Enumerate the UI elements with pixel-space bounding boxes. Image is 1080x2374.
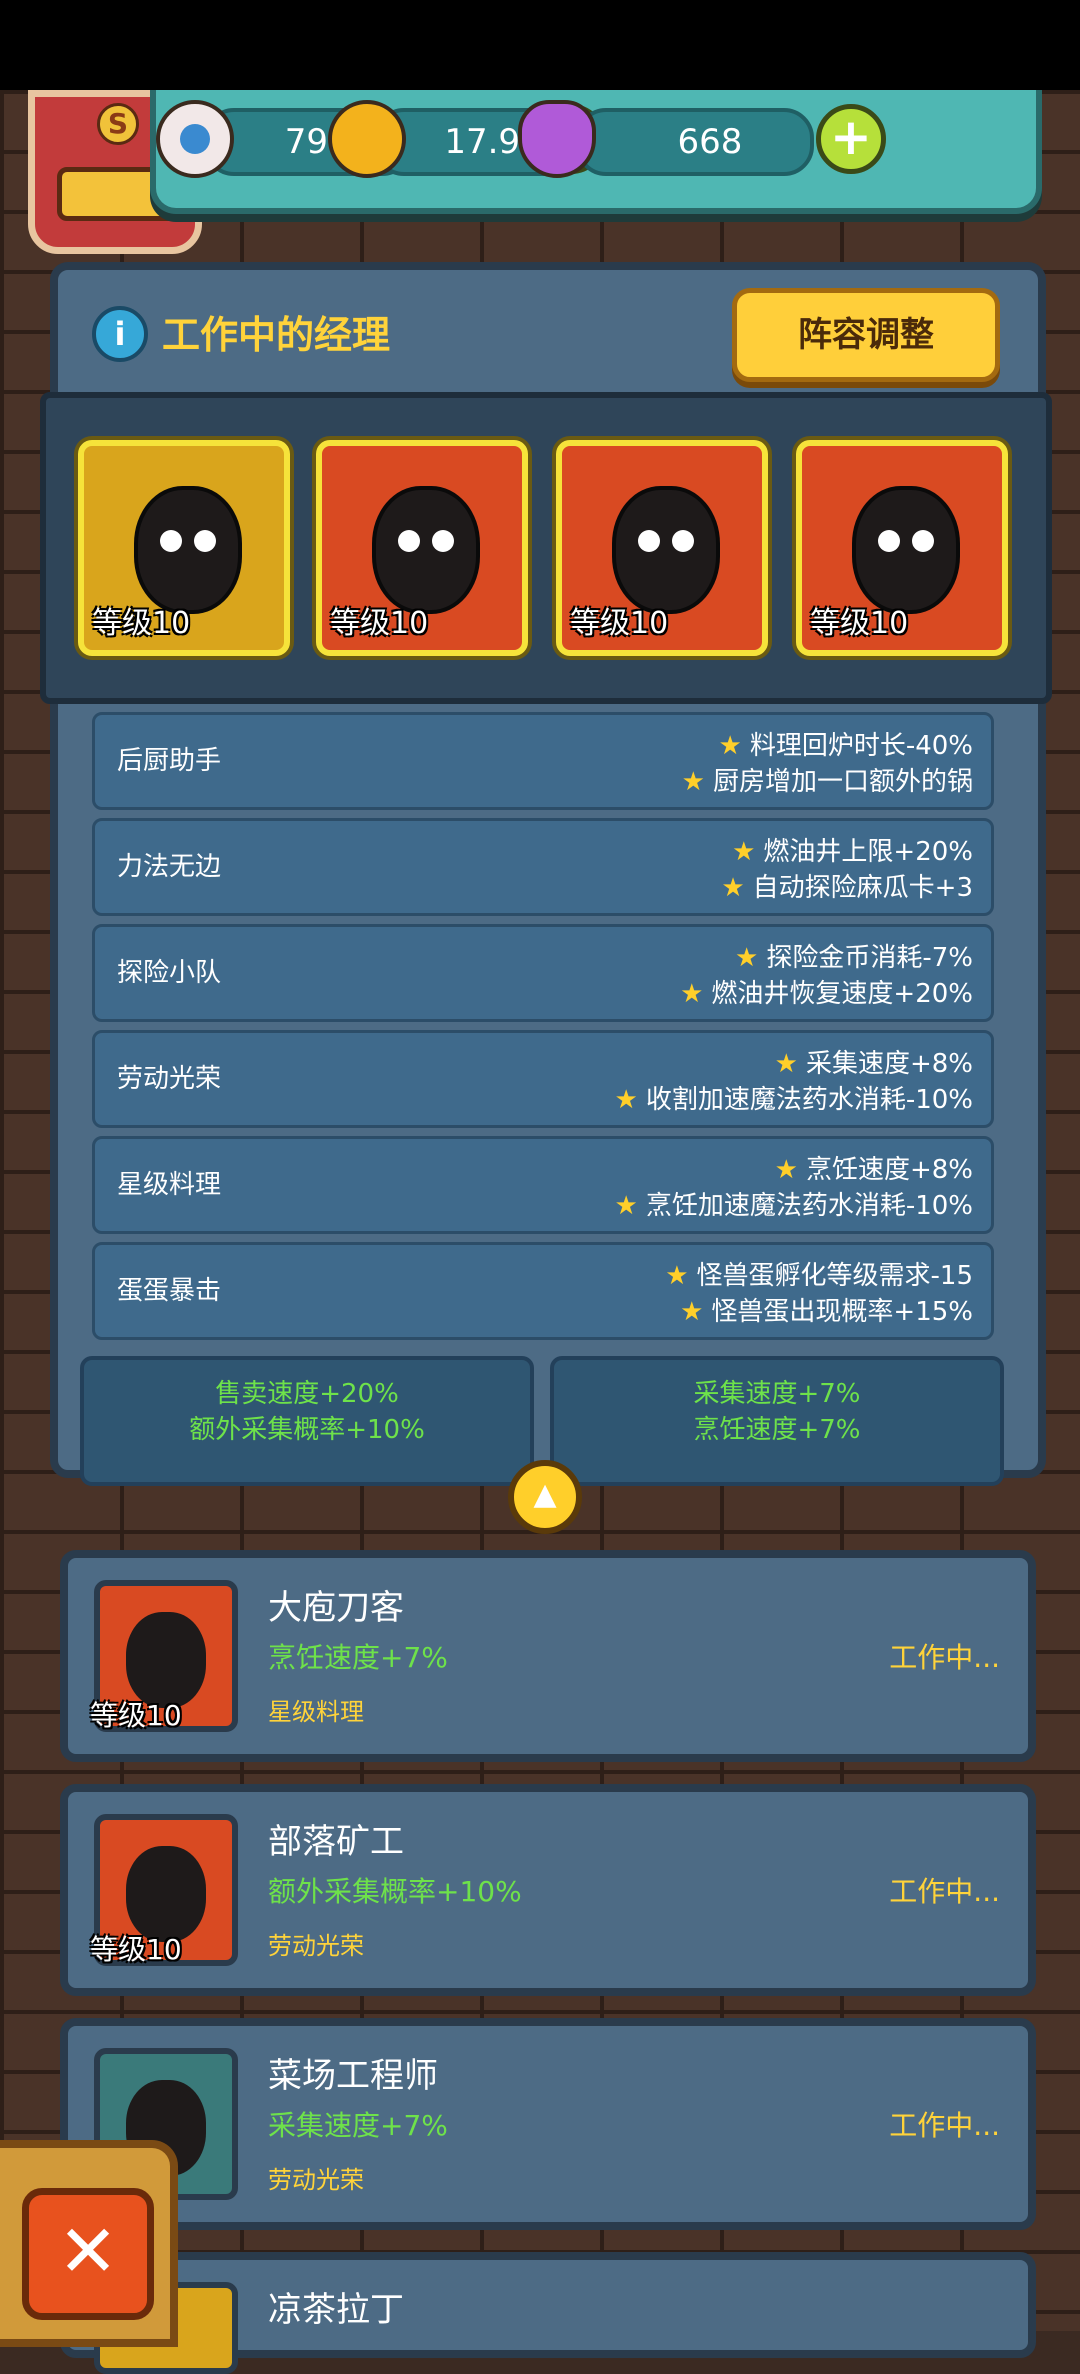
skill-effect: 采集速度+8% <box>805 1049 973 1079</box>
skill-effect: 烹饪加速魔法药水消耗-10% <box>645 1191 973 1221</box>
manager-portrait-icon <box>852 486 960 614</box>
skill-effect: 怪兽蛋出现概率+15% <box>711 1297 973 1327</box>
adjust-lineup-button[interactable]: 阵容调整 <box>732 288 1000 382</box>
worker-name: 菜场工程师 <box>268 2056 438 2096</box>
skill-effect: 料理回炉时长-40% <box>749 731 973 761</box>
skill-name: 探险小队 <box>117 958 222 988</box>
manager-level: 等级10 <box>810 606 909 641</box>
skill-name: 劳动光荣 <box>117 1064 222 1094</box>
worker-skill: 劳动光荣 <box>268 2166 364 2194</box>
bonus-line: 采集速度+7% <box>693 1379 861 1409</box>
skill-name: 后厨助手 <box>117 746 222 776</box>
manager-card[interactable]: 等级10 <box>316 440 528 656</box>
worker-status: 工作中... <box>889 1875 1000 1908</box>
worker-row[interactable]: 等级10 部落矿工 额外采集概率+10% 劳动光荣 工作中... <box>60 1784 1036 1996</box>
star-icon: ★ <box>614 1191 638 1221</box>
worker-row[interactable]: 等级10 大庖刀客 烹饪速度+7% 星级料理 工作中... <box>60 1550 1036 1762</box>
manager-portrait-icon <box>612 486 720 614</box>
bonus-summary-left: 售卖速度+20% 额外采集概率+10% <box>80 1356 534 1486</box>
star-icon: ★ <box>721 873 745 903</box>
star-icon: ★ <box>774 1049 798 1079</box>
eyeball-icon <box>156 100 234 178</box>
worker-status: 工作中... <box>889 2109 1000 2142</box>
worker-row[interactable]: 凉茶拉丁 <box>60 2252 1036 2374</box>
skill-effect: 探险金币消耗-7% <box>766 943 973 973</box>
resource-bar: 79m 17.9b + 668 + <box>150 90 1042 214</box>
skill-row: 力法无边 ★ 燃油井上限+20% ★ 自动探险麻瓜卡+3 <box>92 818 994 916</box>
worker-level: 等级10 <box>90 1933 182 1966</box>
skill-name: 蛋蛋暴击 <box>117 1276 222 1306</box>
star-icon: ★ <box>665 1261 689 1291</box>
skill-row: 星级料理 ★ 烹饪速度+8% ★ 烹饪加速魔法药水消耗-10% <box>92 1136 994 1234</box>
status-bar <box>0 0 1080 90</box>
skill-row: 蛋蛋暴击 ★ 怪兽蛋孵化等级需求-15 ★ 怪兽蛋出现概率+15% <box>92 1242 994 1340</box>
collapse-chevron-up-icon[interactable]: ▲ <box>508 1460 582 1534</box>
bonus-line: 额外采集概率+10% <box>189 1415 425 1445</box>
worker-skill: 星级料理 <box>268 1698 364 1726</box>
star-icon: ★ <box>718 731 742 761</box>
manager-portrait-icon <box>372 486 480 614</box>
add-potions-button[interactable]: + <box>816 104 886 174</box>
skill-row: 后厨助手 ★ 料理回炉时长-40% ★ 厨房增加一口额外的锅 <box>92 712 994 810</box>
coin-icon <box>328 100 406 178</box>
skill-row: 劳动光荣 ★ 采集速度+8% ★ 收割加速魔法药水消耗-10% <box>92 1030 994 1128</box>
star-icon: ★ <box>681 767 705 797</box>
worker-level: 等级10 <box>90 1699 182 1732</box>
worker-name: 凉茶拉丁 <box>268 2290 404 2330</box>
bonus-line: 售卖速度+20% <box>215 1379 399 1409</box>
skill-effect: 燃油井上限+20% <box>763 837 973 867</box>
manager-portrait-icon <box>134 486 242 614</box>
worker-bonus: 采集速度+7% <box>268 2109 448 2142</box>
potion-counter: 668 <box>576 108 814 176</box>
skill-name: 力法无边 <box>117 852 222 882</box>
info-icon[interactable]: i <box>92 306 148 362</box>
manager-card[interactable]: 等级10 <box>796 440 1008 656</box>
manager-card[interactable]: 等级10 <box>556 440 768 656</box>
manager-level: 等级10 <box>330 606 429 641</box>
worker-status: 工作中... <box>889 1641 1000 1674</box>
star-icon: ★ <box>680 979 704 1009</box>
star-icon: ★ <box>735 943 759 973</box>
manager-card[interactable]: 等级10 <box>78 440 290 656</box>
star-icon: ★ <box>680 1297 704 1327</box>
potion-count: 668 <box>677 122 743 162</box>
worker-skill: 劳动光荣 <box>268 1932 364 1960</box>
bonus-summary-right: 采集速度+7% 烹饪速度+7% <box>550 1356 1004 1486</box>
manager-level: 等级10 <box>92 606 191 641</box>
worker-name: 部落矿工 <box>268 1822 404 1862</box>
close-button[interactable]: ✕ <box>22 2188 154 2320</box>
manager-level: 等级10 <box>570 606 669 641</box>
skill-row: 探险小队 ★ 探险金币消耗-7% ★ 燃油井恢复速度+20% <box>92 924 994 1022</box>
skill-name: 星级料理 <box>117 1170 222 1200</box>
close-button-frame: ✕ <box>0 2140 178 2347</box>
potion-icon <box>518 100 596 178</box>
panel-title: 工作中的经理 <box>162 313 391 357</box>
skill-effect: 收割加速魔法药水消耗-10% <box>645 1085 973 1115</box>
worker-bonus: 烹饪速度+7% <box>268 1641 448 1674</box>
worker-row[interactable]: 菜场工程师 采集速度+7% 劳动光荣 工作中... <box>60 2018 1036 2230</box>
star-icon: ★ <box>774 1155 798 1185</box>
rank-letter: S <box>97 103 139 145</box>
worker-name: 大庖刀客 <box>268 1588 404 1628</box>
bonus-line: 烹饪速度+7% <box>693 1415 861 1445</box>
skill-effect: 自动探险麻瓜卡+3 <box>752 873 973 903</box>
skill-effect: 厨房增加一口额外的锅 <box>712 767 973 797</box>
skill-effect: 烹饪速度+8% <box>805 1155 973 1185</box>
skill-effect: 燃油井恢复速度+20% <box>711 979 973 1009</box>
star-icon: ★ <box>732 837 756 867</box>
skill-effect: 怪兽蛋孵化等级需求-15 <box>696 1261 973 1291</box>
worker-bonus: 额外采集概率+10% <box>268 1875 522 1908</box>
star-icon: ★ <box>614 1085 638 1115</box>
